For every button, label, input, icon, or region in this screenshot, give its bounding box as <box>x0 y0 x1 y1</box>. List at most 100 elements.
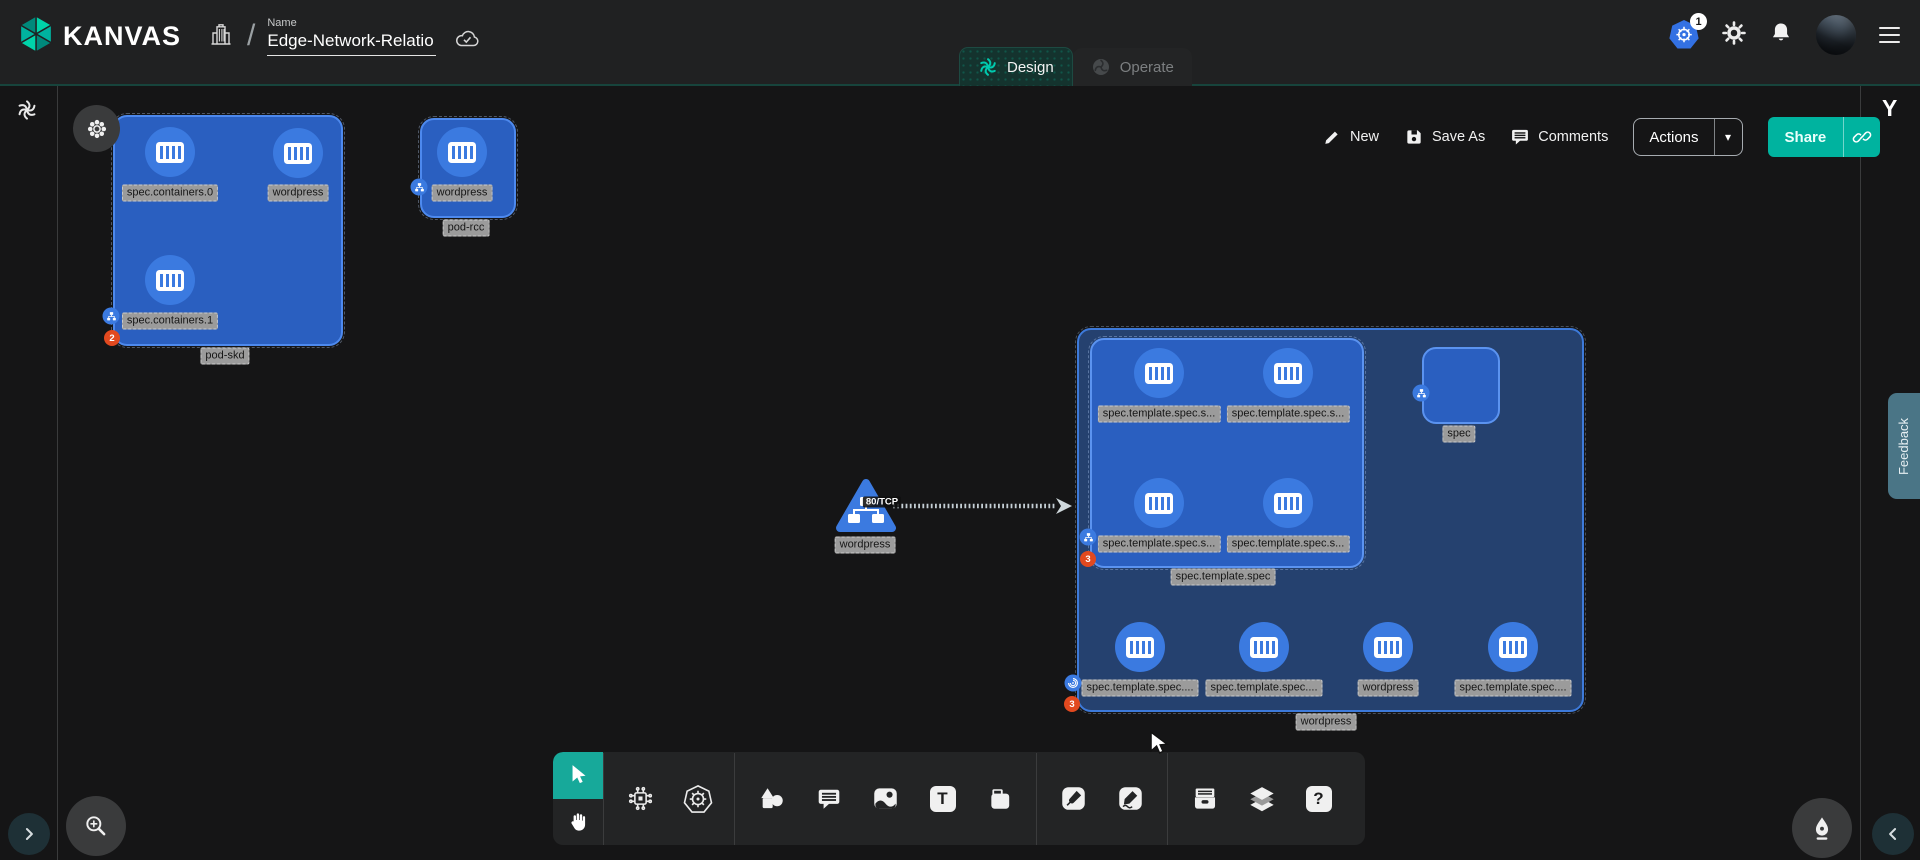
yaml-panel-handle[interactable]: Y <box>1882 95 1897 122</box>
tool-image[interactable] <box>857 752 914 845</box>
mode-tabs: Design Operate <box>959 47 1192 86</box>
user-avatar[interactable] <box>1816 15 1856 55</box>
node-label: spec.template.spec.s... <box>1098 406 1221 423</box>
edge-wordpress-to-deployment[interactable] <box>890 492 1080 520</box>
container-node[interactable] <box>145 255 195 305</box>
history-spiral-icon[interactable] <box>16 99 38 126</box>
tool-pan[interactable] <box>553 799 603 846</box>
tool-freehand-draw[interactable] <box>1102 752 1159 845</box>
group-label: pod-rcc <box>443 220 490 237</box>
tool-layers[interactable] <box>1233 752 1290 845</box>
copy-link-icon[interactable] <box>1843 117 1880 157</box>
node-wordpress-service[interactable] <box>836 478 896 539</box>
node-label: spec.template.spec.s... <box>1227 406 1350 423</box>
node-label: wordpress <box>268 185 329 202</box>
node-label: spec.template.spec.... <box>1206 680 1323 697</box>
container-node[interactable] <box>1115 622 1165 672</box>
context-count-badge: 1 <box>1690 13 1707 30</box>
design-name-input[interactable]: Edge-Network-Relatio <box>267 30 435 56</box>
help-tool-glyph: ? <box>1313 789 1323 809</box>
kubernetes-context-button[interactable]: 1 <box>1669 20 1699 50</box>
node-label: wordpress <box>835 537 896 554</box>
comment-icon <box>1510 127 1530 147</box>
node-label: spec.template.spec.s... <box>1227 536 1350 553</box>
comments-button[interactable]: Comments <box>1510 127 1608 147</box>
app-header: KANVAS / Name Edge-Network-Relatio <box>0 0 1920 86</box>
tool-pen[interactable] <box>1045 752 1102 845</box>
container-icon <box>448 142 476 163</box>
node-spec-square[interactable] <box>1422 347 1500 424</box>
tab-design[interactable]: Design <box>959 47 1073 86</box>
node-label: spec.template.spec.... <box>1082 680 1199 697</box>
tool-shapes[interactable] <box>743 752 800 845</box>
error-count-badge[interactable]: 2 <box>104 330 120 346</box>
canvas-config-fab[interactable] <box>73 105 120 152</box>
sitemap-badge-icon[interactable] <box>411 179 428 196</box>
cloud-saved-icon <box>452 27 482 54</box>
breadcrumb-separator: / <box>247 19 255 53</box>
error-count-badge[interactable]: 3 <box>1080 551 1096 567</box>
node-label: wordpress <box>432 185 493 202</box>
sitemap-badge-icon[interactable] <box>1413 385 1430 402</box>
container-node[interactable] <box>437 127 487 177</box>
container-node[interactable] <box>1263 478 1313 528</box>
group-label: wordpress <box>1296 714 1357 731</box>
tab-operate-label: Operate <box>1120 59 1174 76</box>
kanvas-app: KANVAS / Name Edge-Network-Relatio <box>0 0 1920 860</box>
pen-nib-fab[interactable] <box>1792 798 1852 858</box>
notifications-icon[interactable] <box>1769 21 1793 50</box>
menu-icon[interactable] <box>1879 27 1900 44</box>
node-label: spec.template.spec.s... <box>1098 536 1221 553</box>
error-count-badge[interactable]: 3 <box>1064 696 1080 712</box>
container-icon <box>1126 637 1154 658</box>
tool-select[interactable] <box>553 752 603 799</box>
actions-label[interactable]: Actions <box>1634 119 1713 155</box>
share-split-button[interactable]: Share <box>1768 117 1881 157</box>
container-icon <box>1374 637 1402 658</box>
container-node[interactable] <box>1134 348 1184 398</box>
tool-help[interactable]: ? <box>1290 752 1347 845</box>
tool-components[interactable] <box>612 752 669 845</box>
tool-note[interactable] <box>971 752 1028 845</box>
container-icon <box>1145 363 1173 384</box>
new-button[interactable]: New <box>1322 127 1379 147</box>
tab-operate[interactable]: Operate <box>1073 48 1192 86</box>
container-icon <box>1145 493 1173 514</box>
actions-split-button[interactable]: Actions ▾ <box>1633 118 1742 156</box>
container-node[interactable] <box>1488 622 1538 672</box>
sitemap-badge-icon[interactable] <box>1080 529 1097 546</box>
group-label: spec.template.spec <box>1171 569 1276 586</box>
settings-icon[interactable] <box>1722 21 1746 50</box>
container-node[interactable] <box>273 128 323 178</box>
design-action-bar: New Save As Comments Actions ▾ <box>1322 116 1880 158</box>
share-label[interactable]: Share <box>1768 117 1844 157</box>
design-swirl-badge-icon[interactable] <box>1065 675 1082 692</box>
expand-left-panel-button[interactable] <box>8 813 50 855</box>
save-as-button[interactable]: Save As <box>1404 127 1485 147</box>
tool-archive-drawer[interactable] <box>1176 752 1233 845</box>
container-node[interactable] <box>1134 478 1184 528</box>
container-node[interactable] <box>1239 622 1289 672</box>
operate-icon <box>1091 57 1111 77</box>
container-node[interactable] <box>145 127 195 177</box>
right-rail-divider <box>1860 86 1861 860</box>
node-label: spec.containers.1 <box>122 313 218 330</box>
tool-text[interactable]: T <box>914 752 971 845</box>
container-icon <box>1274 363 1302 384</box>
feedback-label: Feedback <box>1897 417 1912 474</box>
kanvas-logo[interactable] <box>18 14 54 59</box>
collapse-right-panel-button[interactable] <box>1872 813 1914 855</box>
feedback-tab[interactable]: Feedback <box>1888 393 1920 499</box>
container-node[interactable] <box>1363 622 1413 672</box>
zoom-search-fab[interactable] <box>66 796 126 856</box>
group-spec-template-spec[interactable] <box>1090 338 1364 568</box>
sitemap-badge-icon[interactable] <box>103 308 120 325</box>
pencil-icon <box>1322 127 1342 147</box>
container-node[interactable] <box>1263 348 1313 398</box>
group-label: pod-skd <box>200 348 249 365</box>
organization-icon[interactable] <box>209 22 233 51</box>
tool-comment[interactable] <box>800 752 857 845</box>
text-tool-glyph: T <box>937 789 947 809</box>
tool-kubernetes[interactable] <box>669 752 726 845</box>
actions-caret-icon[interactable]: ▾ <box>1714 119 1742 155</box>
